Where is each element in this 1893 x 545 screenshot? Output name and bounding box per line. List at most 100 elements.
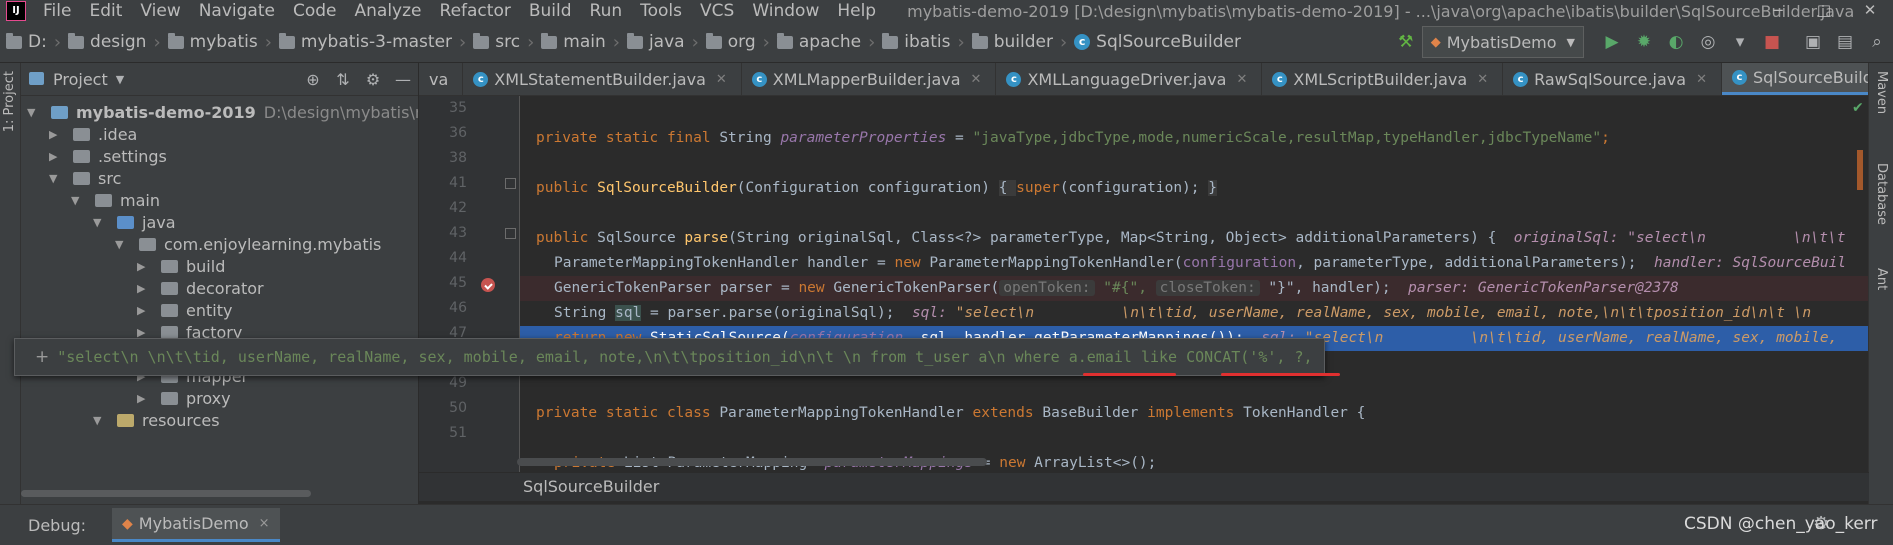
- breadcrumb-drive[interactable]: D: ›: [6, 32, 68, 53]
- chevron-right-icon[interactable]: ▶: [137, 392, 151, 405]
- menu-analyze[interactable]: Analyze: [346, 1, 431, 21]
- attach-icon[interactable]: ▾: [1727, 29, 1753, 55]
- tab-partial[interactable]: va: [419, 63, 464, 95]
- chevron-down-icon[interactable]: ▼: [116, 73, 124, 86]
- menu-navigate[interactable]: Navigate: [190, 1, 284, 21]
- menu-view[interactable]: View: [131, 1, 189, 21]
- package-icon: [161, 281, 178, 295]
- project-view-select[interactable]: Project: [53, 70, 108, 89]
- chevron-right-icon[interactable]: ▶: [137, 304, 151, 317]
- menu-code[interactable]: Code: [284, 1, 346, 21]
- tab-rawsqlsource[interactable]: c RawSqlSource.java ✕: [1503, 63, 1722, 95]
- editor-gutter[interactable]: 35 36 38 41 42 43 44 45 46 47 48 49 50 5…: [419, 96, 520, 472]
- intellij-logo-icon: IJ: [6, 1, 26, 21]
- menu-edit[interactable]: Edit: [80, 1, 131, 21]
- chevron-down-icon[interactable]: ▼: [71, 194, 85, 207]
- chevron-down-icon: ▼: [1566, 35, 1575, 49]
- breadcrumb-sqlsourcebuilder[interactable]: c SqlSourceBuilder: [1074, 32, 1241, 52]
- search-everywhere-icon[interactable]: ⌕: [1864, 29, 1890, 55]
- project-tool-button[interactable]: 1: Project: [2, 71, 17, 132]
- breadcrumb-apache[interactable]: apache ›: [776, 32, 882, 53]
- ant-tool-button[interactable]: Ant: [1874, 268, 1889, 290]
- tab-xmlmapperbuilder[interactable]: c XMLMapperBuilder.java ✕: [742, 63, 997, 95]
- project-structure-icon[interactable]: ▣: [1800, 29, 1826, 55]
- tab-xmlstatementbuilder[interactable]: c XMLStatementBuilder.java ✕: [463, 63, 742, 95]
- line-number: 50: [449, 400, 467, 416]
- error-stripe-marker[interactable]: [1857, 150, 1863, 190]
- chevron-down-icon[interactable]: ▼: [27, 106, 41, 119]
- debug-bug-icon[interactable]: ✹: [1631, 29, 1657, 55]
- tab-label: XMLLanguageDriver.java: [1027, 69, 1227, 89]
- tab-xmlscriptbuilder[interactable]: c XMLScriptBuilder.java ✕: [1262, 63, 1504, 95]
- chevron-down-icon[interactable]: ▼: [49, 172, 63, 185]
- menu-window[interactable]: Window: [743, 1, 828, 21]
- folder-icon: [95, 193, 112, 207]
- class-icon: c: [751, 71, 767, 87]
- chevron-down-icon[interactable]: ▼: [115, 238, 129, 251]
- close-window-button[interactable]: ✕: [1847, 0, 1893, 22]
- hide-panel-icon[interactable]: —: [390, 67, 416, 93]
- debug-session-tab[interactable]: ◆ MybatisDemo ×: [112, 508, 280, 542]
- chevron-right-icon[interactable]: ▶: [137, 326, 151, 339]
- minimize-button[interactable]: −: [1755, 0, 1801, 22]
- folder-icon: [73, 171, 90, 185]
- editor-breadcrumb-class[interactable]: SqlSourceBuilder: [523, 477, 659, 496]
- tab-sqlsourcebuilder[interactable]: cSqlSourceBuilder.java✕: [1721, 63, 1869, 95]
- tree-item[interactable]: ▼ resources: [93, 407, 220, 433]
- breadcrumb-mybatis[interactable]: mybatis ›: [167, 32, 279, 53]
- chevron-down-icon[interactable]: ▼: [93, 414, 107, 427]
- collapse-all-icon[interactable]: ⇅: [330, 67, 356, 93]
- hammer-build-icon[interactable]: ⚒: [1393, 29, 1419, 55]
- menu-tools[interactable]: Tools: [631, 1, 691, 21]
- fold-marker-icon[interactable]: [505, 178, 516, 189]
- fold-marker-icon[interactable]: [505, 228, 516, 239]
- chevron-right-icon[interactable]: ▶: [49, 150, 63, 163]
- close-tab-icon[interactable]: ✕: [1477, 72, 1488, 87]
- code-editor[interactable]: private static final String parameterPro…: [520, 96, 1868, 472]
- menu-refactor[interactable]: Refactor: [431, 1, 520, 21]
- breakpoint-icon[interactable]: [481, 278, 495, 292]
- menu-vcs[interactable]: VCS: [691, 1, 743, 21]
- menu-run[interactable]: Run: [581, 1, 632, 21]
- menu-file[interactable]: File: [34, 1, 80, 21]
- chevron-down-icon[interactable]: ▼: [93, 216, 107, 229]
- chevron-right-icon[interactable]: ▶: [49, 128, 63, 141]
- chevron-right-icon: ›: [762, 31, 770, 53]
- close-tab-icon[interactable]: ✕: [1696, 72, 1707, 87]
- coverage-icon[interactable]: ◐: [1663, 29, 1689, 55]
- maven-tool-button[interactable]: Maven: [1874, 71, 1889, 114]
- class-icon: c: [1731, 70, 1747, 85]
- chevron-right-icon[interactable]: ▶: [137, 260, 151, 273]
- sdk-icon[interactable]: ▤: [1832, 29, 1858, 55]
- breadcrumb-src[interactable]: src ›: [473, 32, 541, 53]
- locate-target-icon[interactable]: ⊕: [300, 67, 326, 93]
- stop-icon[interactable]: ■: [1759, 29, 1785, 55]
- tab-xmllanguagedriver[interactable]: c XMLLanguageDriver.java ✕: [996, 63, 1263, 95]
- project-horizontal-scrollbar[interactable]: [21, 490, 311, 497]
- close-tab-icon[interactable]: ✕: [971, 72, 982, 87]
- breadcrumb-main[interactable]: main ›: [541, 32, 627, 53]
- run-configuration-select[interactable]: ◆ MybatisDemo ▼: [1421, 26, 1584, 58]
- menu-build[interactable]: Build: [520, 1, 581, 21]
- chevron-right-icon[interactable]: ▶: [137, 282, 151, 295]
- close-tab-icon[interactable]: ×: [259, 516, 270, 531]
- profile-icon[interactable]: ◎: [1695, 29, 1721, 55]
- database-tool-button[interactable]: Database: [1874, 163, 1889, 225]
- editor-horizontal-scrollbar[interactable]: [517, 458, 987, 466]
- breadcrumb-mybatis-3-master[interactable]: mybatis-3-master ›: [278, 32, 473, 53]
- breadcrumb-design[interactable]: design ›: [68, 32, 168, 53]
- close-tab-icon[interactable]: ✕: [1236, 72, 1247, 87]
- gear-icon[interactable]: ⚙: [360, 67, 386, 93]
- expand-value-button[interactable]: +: [35, 347, 49, 367]
- breadcrumb-org[interactable]: org ›: [705, 31, 777, 53]
- line-number: 36: [449, 125, 467, 141]
- breadcrumb-ibatis[interactable]: ibatis ›: [882, 32, 971, 53]
- code-line-44: GenericTokenParser parser = new GenericT…: [520, 276, 1868, 301]
- run-icon[interactable]: ▶: [1599, 29, 1625, 55]
- maximize-button[interactable]: □: [1801, 0, 1847, 22]
- close-tab-icon[interactable]: ✕: [716, 72, 727, 87]
- breadcrumb-builder[interactable]: builder ›: [971, 32, 1074, 53]
- menu-help[interactable]: Help: [828, 1, 885, 21]
- breadcrumb-java[interactable]: java ›: [626, 32, 706, 53]
- package-icon: [161, 259, 178, 273]
